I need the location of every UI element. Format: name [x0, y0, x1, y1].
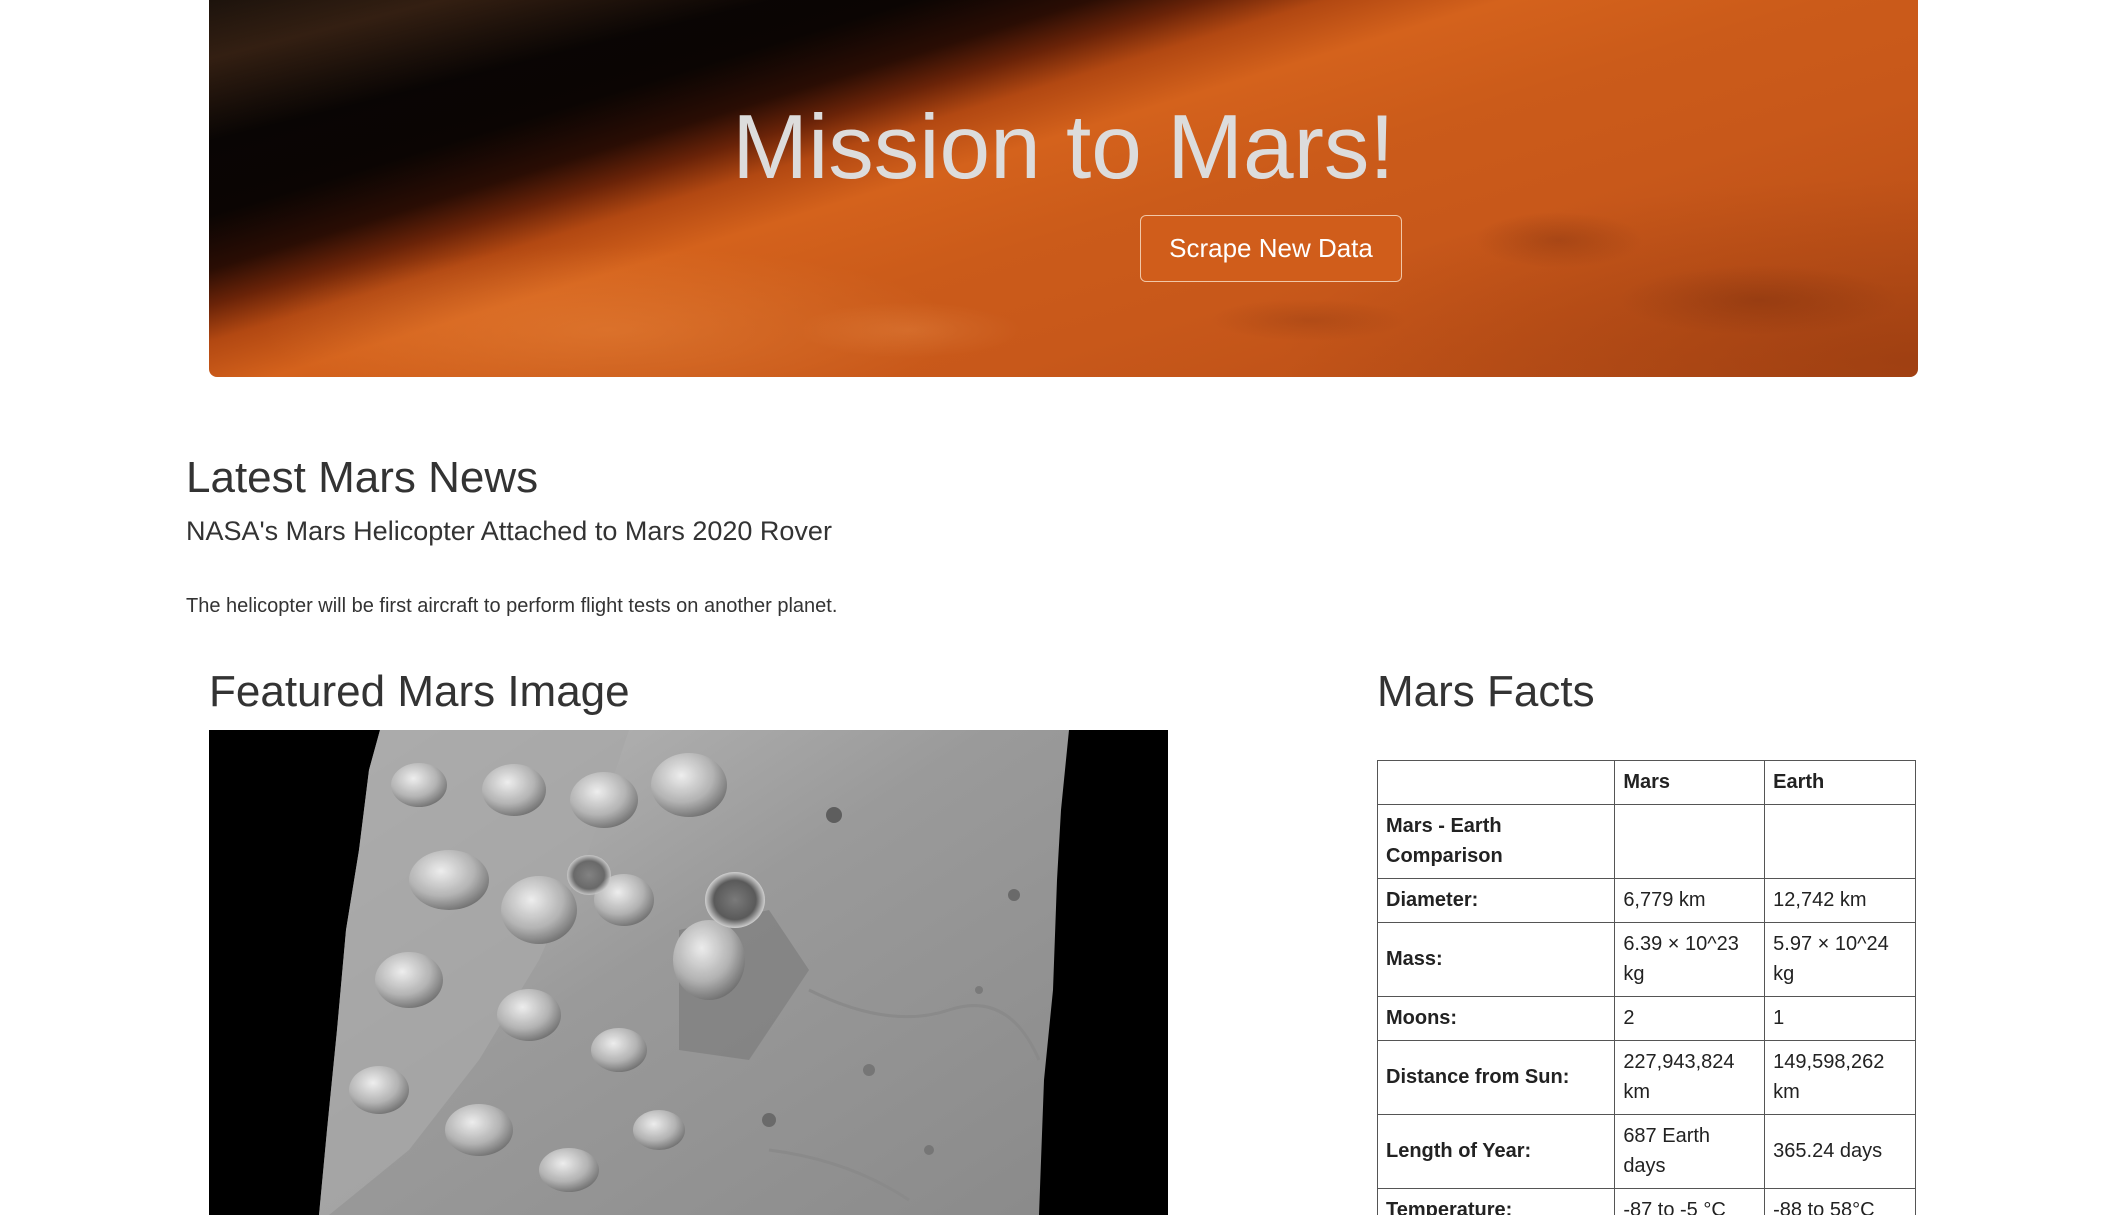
mars-value: 6,779 km — [1614, 878, 1766, 923]
earth-value: 365.24 days — [1764, 1114, 1916, 1189]
mars-value: -87 to -5 °C — [1614, 1188, 1766, 1215]
mars-value: 2 — [1614, 996, 1766, 1041]
news-section-heading: Latest Mars News — [186, 453, 539, 502]
row-label: Diameter: — [1376, 878, 1616, 923]
featured-mars-image[interactable] — [209, 730, 1168, 1215]
column-header: Mars — [1614, 760, 1766, 805]
column-header — [1376, 760, 1616, 805]
mars-value — [1614, 804, 1766, 879]
table-row: Length of Year: 687 Earth days 365.24 da… — [1376, 1114, 1916, 1189]
table-row: Diameter: 6,779 km 12,742 km — [1376, 878, 1916, 923]
table-row: Distance from Sun: 227,943,824 km 149,59… — [1376, 1040, 1916, 1115]
news-teaser: The helicopter will be first aircraft to… — [186, 595, 838, 617]
hero-banner: Mission to Mars! Scrape New Data — [209, 0, 1918, 377]
row-label: Distance from Sun: — [1376, 1040, 1616, 1115]
earth-value: 149,598,262 km — [1764, 1040, 1916, 1115]
table-row: Moons: 2 1 — [1376, 996, 1916, 1041]
mars-value: 6.39 × 10^23 kg — [1614, 922, 1766, 997]
earth-value: 1 — [1764, 996, 1916, 1041]
earth-value: 5.97 × 10^24 kg — [1764, 922, 1916, 997]
earth-value: -88 to 58°C — [1764, 1188, 1916, 1215]
row-label: Temperature: — [1376, 1188, 1616, 1215]
column-header: Earth — [1764, 760, 1916, 805]
news-title: NASA's Mars Helicopter Attached to Mars … — [186, 516, 832, 546]
mars-value: 227,943,824 km — [1614, 1040, 1766, 1115]
mars-surface-photo — [209, 730, 1168, 1215]
row-label: Mars - Earth Comparison — [1376, 804, 1616, 879]
table-row: Temperature: -87 to -5 °C -88 to 58°C — [1376, 1188, 1916, 1215]
earth-value — [1764, 804, 1916, 879]
row-label: Moons: — [1376, 996, 1616, 1041]
mars-facts-heading: Mars Facts — [1377, 667, 1595, 716]
page: Mission to Mars! Scrape New Data Latest … — [0, 0, 2125, 1215]
scrape-new-data-button[interactable]: Scrape New Data — [1140, 215, 1402, 282]
featured-image-heading: Featured Mars Image — [209, 667, 630, 716]
table-row: Mass: 6.39 × 10^23 kg 5.97 × 10^24 kg — [1376, 922, 1916, 997]
mars-value: 687 Earth days — [1614, 1114, 1766, 1189]
row-label: Length of Year: — [1376, 1114, 1616, 1189]
table-row: Mars - Earth Comparison — [1376, 804, 1916, 879]
hero-title: Mission to Mars! — [732, 97, 1395, 198]
row-label: Mass: — [1376, 922, 1616, 997]
earth-value: 12,742 km — [1764, 878, 1916, 923]
mars-facts-table: Mars Earth Mars - Earth Comparison Diame… — [1376, 760, 1916, 1215]
table-header-row: Mars Earth — [1376, 760, 1916, 805]
